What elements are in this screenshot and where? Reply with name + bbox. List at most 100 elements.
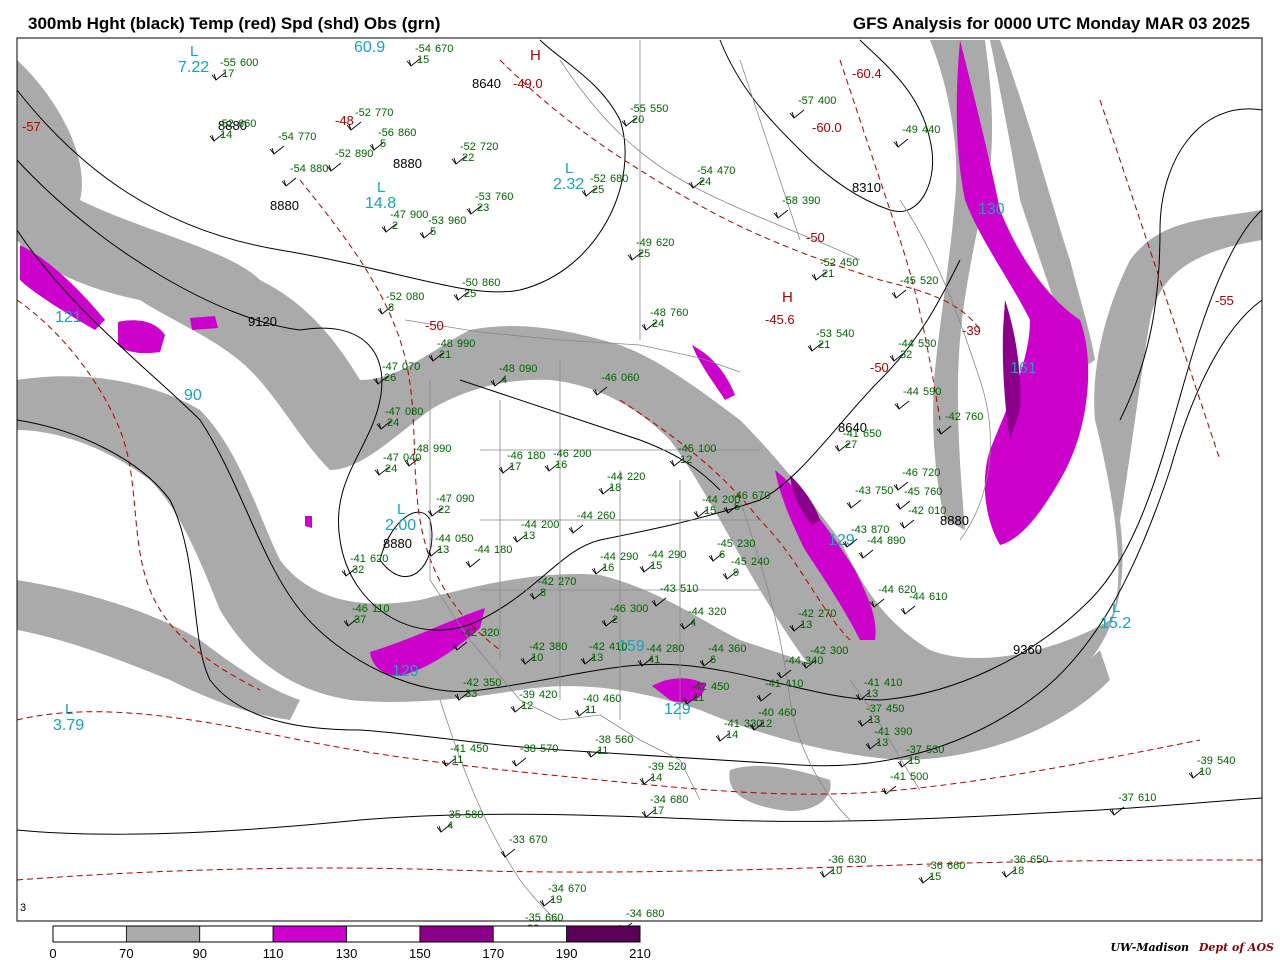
obs-temperature: -43	[660, 583, 676, 595]
legend-cell	[125, 925, 201, 943]
station-observation: -39 42012	[510, 689, 557, 713]
obs-height: 400	[818, 95, 836, 107]
station-observation: -52 66014	[209, 118, 256, 142]
legend-cell	[52, 925, 127, 943]
station-observation: -49 440	[893, 124, 940, 148]
obs-height: 670	[435, 43, 453, 55]
obs-height: 760	[495, 191, 513, 203]
obs-dewpoint-depression: 26	[384, 372, 396, 384]
obs-dewpoint-depression: 15	[908, 755, 920, 767]
obs-height: 610	[929, 591, 947, 603]
wind-barb	[326, 162, 342, 172]
obs-dewpoint-depression: 5	[734, 501, 740, 513]
speed-legend: 0 70 90 110 130 150 170 190 210	[49, 925, 651, 960]
obs-temperature: -42	[908, 505, 924, 517]
obs-dewpoint-depression: 11	[693, 692, 704, 704]
obs-height: 060	[621, 372, 639, 384]
station-observation: -52 890	[326, 148, 373, 172]
jet-max-small	[305, 516, 312, 528]
station-observation: -54 47024	[688, 165, 735, 189]
station-observation: -54 770	[269, 131, 316, 155]
obs-dewpoint-depression: 13	[866, 688, 878, 700]
station-observation: -40 46011	[574, 693, 621, 717]
obs-height: 620	[656, 237, 674, 249]
temperature-label: -50	[425, 318, 444, 333]
obs-height: 050	[455, 533, 473, 545]
obs-dewpoint-depression: 9	[733, 567, 739, 579]
obs-dewpoint-depression: 27	[845, 439, 857, 451]
obs-temperature: -46	[902, 467, 918, 479]
obs-temperature: -52	[335, 148, 351, 160]
temperature-label: -45.6	[765, 312, 795, 327]
pressure-center-letter: L	[377, 179, 385, 196]
obs-height: 100	[698, 443, 716, 455]
legend-tick: 210	[629, 946, 651, 960]
wind-barb	[568, 524, 584, 534]
obs-dewpoint-depression: 13	[523, 530, 535, 542]
station-observation: -41 33014	[715, 718, 762, 742]
obs-temperature: -34	[626, 908, 642, 920]
station-observation: -41 45011	[441, 743, 488, 767]
height-label: 8640	[472, 76, 501, 91]
obs-temperature: -54	[278, 131, 294, 143]
station-observation: -49 62025	[627, 237, 674, 261]
height-label: 8880	[383, 536, 412, 551]
obs-height: 380	[549, 641, 567, 653]
pressure-center-value: 3.79	[53, 717, 84, 734]
obs-height: 580	[465, 809, 483, 821]
map-area	[17, 39, 1262, 921]
obs-height: 200	[573, 448, 591, 460]
obs-dewpoint-depression: 10	[1199, 766, 1211, 778]
obs-height: 290	[668, 549, 686, 561]
obs-height: 770	[298, 131, 316, 143]
obs-height: 200	[541, 519, 559, 531]
obs-height: 090	[519, 363, 537, 375]
obs-dewpoint-depression: 24	[387, 417, 399, 429]
obs-height: 530	[918, 338, 936, 350]
obs-height: 450	[470, 743, 488, 755]
obs-height: 630	[848, 854, 866, 866]
temperature-label: -55	[1215, 293, 1234, 308]
obs-dewpoint-depression: 13	[868, 714, 880, 726]
obs-dewpoint-depression: 18	[1012, 865, 1024, 877]
temperature-label: -50	[806, 230, 825, 245]
speed-max-label: 60.9	[354, 39, 385, 56]
obs-dewpoint-depression: 12	[521, 700, 533, 712]
weather-map: 8640888088809120864088809360888083108880…	[16, 37, 1263, 960]
legend-cell	[346, 925, 421, 943]
obs-height: 670	[752, 490, 770, 502]
obs-dewpoint-depression: 14	[650, 772, 662, 784]
obs-dewpoint-depression: 24	[699, 176, 711, 188]
obs-height: 590	[923, 386, 941, 398]
wind-barb	[881, 785, 897, 795]
pressure-center-letter: H	[530, 47, 541, 64]
obs-dewpoint-depression: 16	[555, 459, 567, 471]
obs-dewpoint-depression: 4	[690, 617, 696, 629]
obs-height: 540	[1217, 755, 1235, 767]
jet-max-pacific-3	[190, 316, 218, 330]
height-label: 9120	[248, 314, 277, 329]
temperature-label: -50	[870, 360, 889, 375]
wind-barb	[891, 289, 907, 299]
station-observation: -45 520	[891, 275, 938, 299]
obs-dewpoint-depression: 10	[830, 865, 842, 877]
obs-dewpoint-depression: 21	[439, 349, 451, 361]
temperature-label: -60.4	[852, 66, 882, 81]
station-observation: -35 5804	[436, 809, 483, 833]
height-label: 9360	[1013, 642, 1042, 657]
obs-height: 770	[375, 107, 393, 119]
obs-temperature: -43	[855, 485, 871, 497]
obs-height: 650	[1030, 854, 1048, 866]
obs-height: 320	[481, 627, 499, 639]
obs-dewpoint-depression: 21	[818, 339, 830, 351]
legend-cell	[272, 925, 347, 943]
legend-tick: 150	[409, 946, 431, 960]
legend-tick: 190	[556, 946, 578, 960]
obs-temperature: -38	[520, 743, 536, 755]
obs-temperature: -49	[902, 124, 918, 136]
obs-height: 900	[410, 209, 428, 221]
pressure-center-letter: L	[565, 160, 573, 177]
wind-barb	[465, 558, 481, 568]
obs-height: 350	[483, 677, 501, 689]
obs-height: 410	[609, 641, 627, 653]
